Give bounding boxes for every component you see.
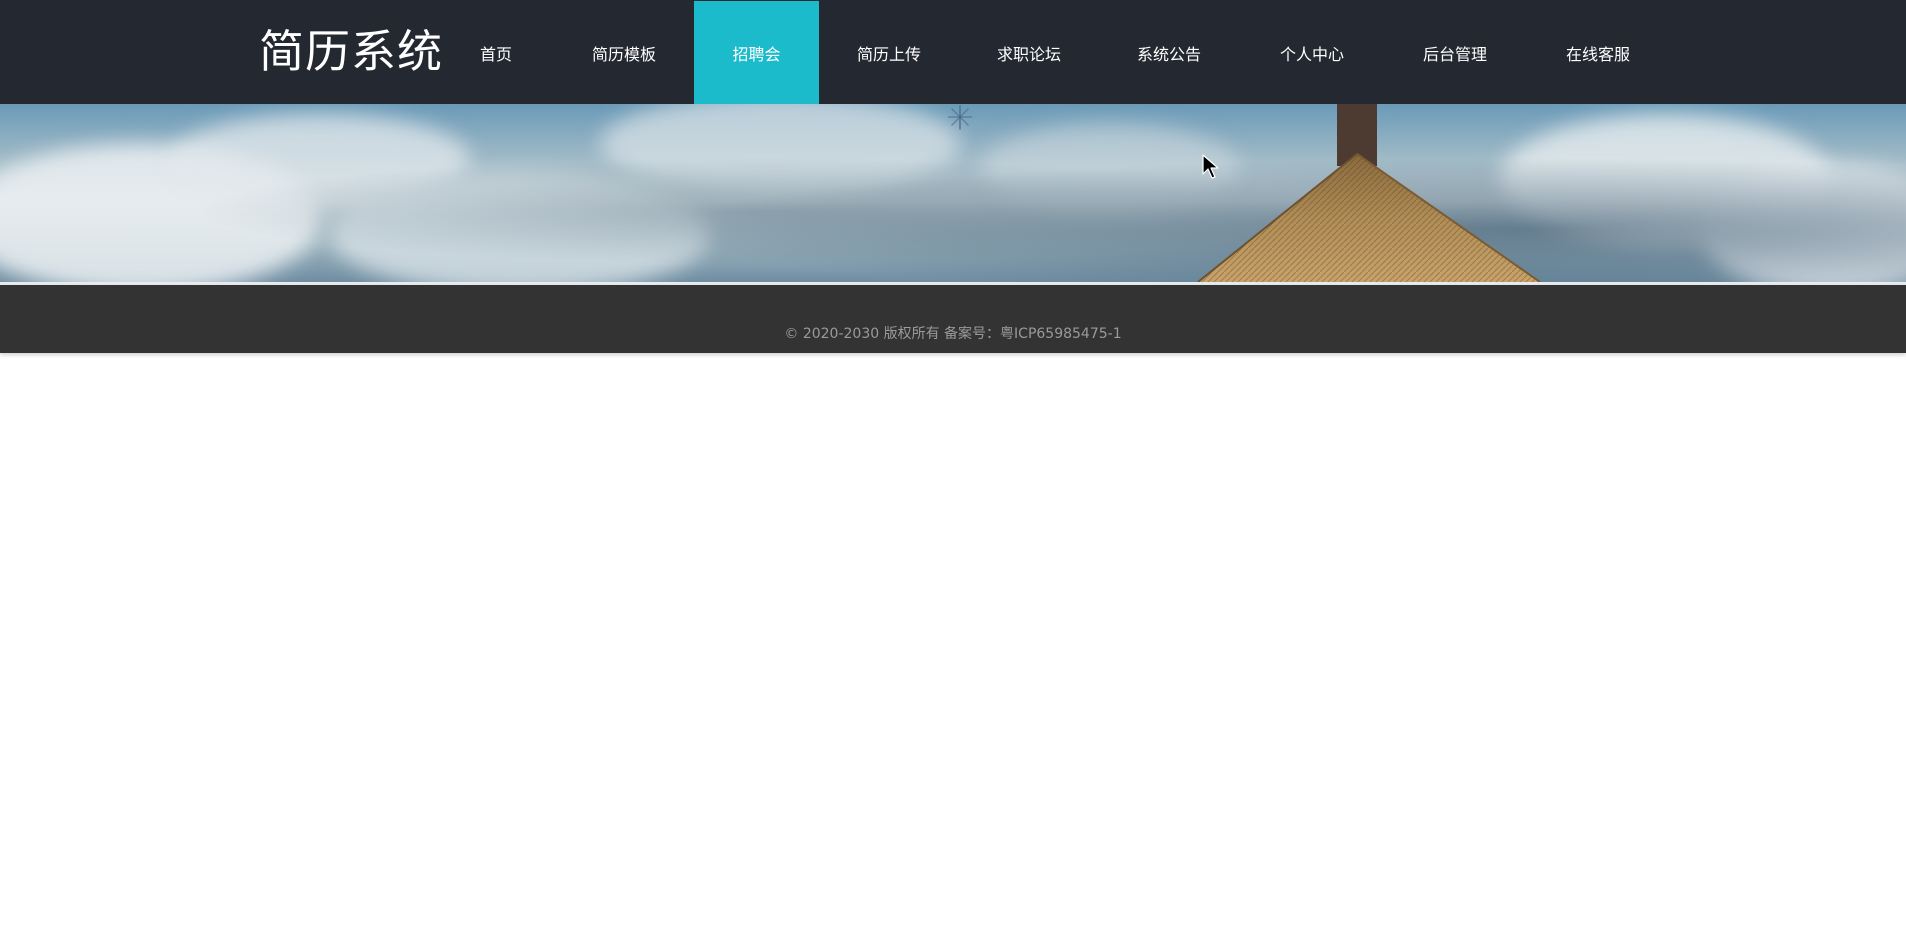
- nav-item-resume-templates[interactable]: 简历模板: [573, 1, 675, 104]
- copyright-text: © 2020-2030 版权所有 备案号：粤ICP65985475-1: [784, 326, 1122, 342]
- nav-item-home[interactable]: 首页: [455, 1, 537, 104]
- top-navbar: 简历系统 首页 简历模板 招聘会 简历上传 求职论坛 系统公告 个人中心 后台管…: [0, 0, 1906, 104]
- nav-item-online-support[interactable]: 在线客服: [1547, 1, 1649, 104]
- nav-item-job-forum[interactable]: 求职论坛: [978, 1, 1080, 104]
- nav-item-admin[interactable]: 后台管理: [1404, 1, 1506, 104]
- nav-item-profile[interactable]: 个人中心: [1261, 1, 1363, 104]
- nav-item-job-fair[interactable]: 招聘会: [694, 1, 819, 104]
- mouse-cursor-icon: [1202, 154, 1219, 179]
- page-footer: © 2020-2030 版权所有 备案号：粤ICP65985475-1: [0, 285, 1906, 353]
- nav-item-resume-upload[interactable]: 简历上传: [838, 1, 940, 104]
- banner-image: [0, 104, 1906, 282]
- loading-spinner-icon: [948, 105, 972, 129]
- site-title[interactable]: 简历系统: [259, 22, 443, 82]
- nav-item-announcements[interactable]: 系统公告: [1118, 1, 1220, 104]
